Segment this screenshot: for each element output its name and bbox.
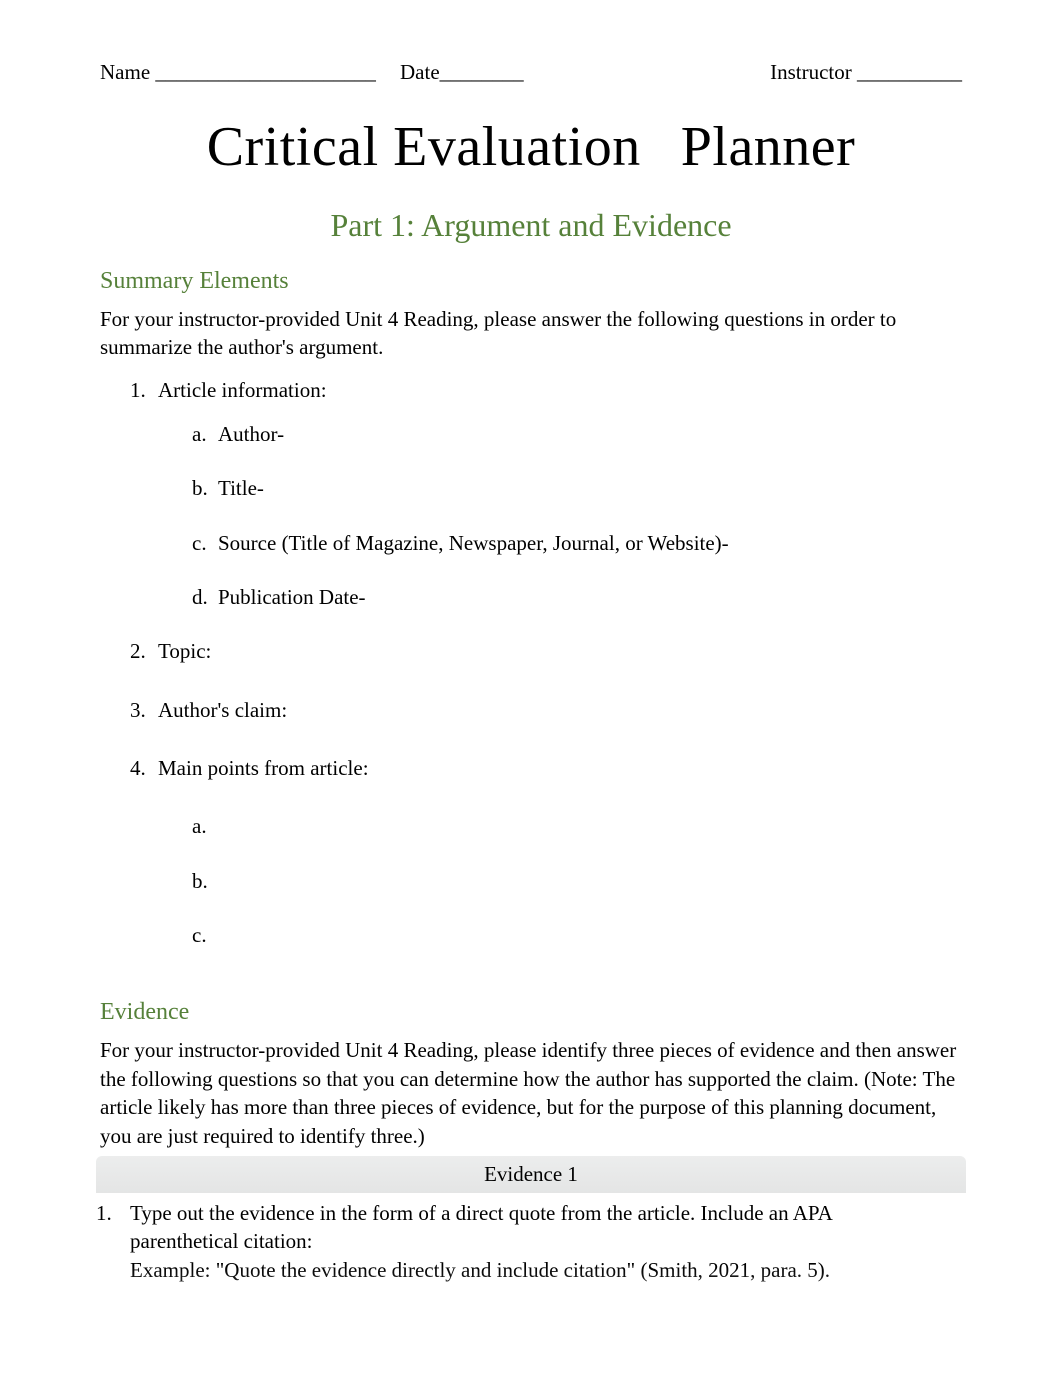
list-item: 3.Author's claim: bbox=[130, 696, 962, 724]
list-item: c.Source (Title of Magazine, Newspaper, … bbox=[192, 529, 962, 557]
list-item: a.Author- bbox=[192, 420, 962, 448]
sub-letter: c. bbox=[192, 921, 218, 949]
header-row: Name _____________________ Date________ … bbox=[100, 60, 962, 85]
instructor-field-group: Instructor __________ bbox=[770, 60, 962, 85]
instructor-label: Instructor bbox=[770, 60, 852, 84]
sub-letter: d. bbox=[192, 583, 218, 611]
evidence-q-number: 1. bbox=[96, 1199, 112, 1227]
summary-intro: For your instructor-provided Unit 4 Read… bbox=[100, 305, 962, 362]
item-label: Main points from article: bbox=[158, 756, 369, 780]
name-blank-line[interactable]: _____________________ bbox=[155, 60, 376, 84]
sub-letter: b. bbox=[192, 867, 218, 895]
summary-list: 1.Article information: a.Author- b.Title… bbox=[130, 376, 962, 950]
part-title: Part 1: Argument and Evidence bbox=[100, 207, 962, 244]
example-label: Example: bbox=[130, 1258, 210, 1282]
sub-text: Source (Title of Magazine, Newspaper, Jo… bbox=[218, 531, 729, 555]
name-field-group: Name _____________________ bbox=[100, 60, 380, 85]
evidence-q-text: Type out the evidence in the form of a d… bbox=[130, 1199, 932, 1284]
item-label: Topic: bbox=[158, 639, 211, 663]
date-label: Date bbox=[400, 60, 440, 84]
evidence-intro: For your instructor-provided Unit 4 Read… bbox=[100, 1036, 962, 1149]
item-number: 4. bbox=[130, 754, 158, 782]
item-number: 3. bbox=[130, 696, 158, 724]
title-word-2: Planner bbox=[681, 116, 856, 178]
evidence-section: Evidence For your instructor-provided Un… bbox=[100, 999, 962, 1293]
page: Name _____________________ Date________ … bbox=[100, 60, 962, 1377]
item-label: Article information: bbox=[158, 378, 327, 402]
list-item: 2.Topic: bbox=[130, 637, 962, 665]
name-label: Name bbox=[100, 60, 150, 84]
sub-list: a. b. c. bbox=[192, 812, 962, 949]
sub-text: Author- bbox=[218, 422, 284, 446]
item-number: 1. bbox=[130, 376, 158, 404]
list-item: b.Title- bbox=[192, 474, 962, 502]
sub-letter: a. bbox=[192, 812, 218, 840]
item-label: Author's claim: bbox=[158, 698, 287, 722]
list-item: b. bbox=[192, 867, 962, 895]
evidence-block-title: Evidence 1 bbox=[96, 1156, 966, 1193]
title-word-1: Critical Evaluation bbox=[207, 116, 641, 178]
sub-text: Title- bbox=[218, 476, 264, 500]
sub-text: Publication Date- bbox=[218, 585, 366, 609]
item-number: 2. bbox=[130, 637, 158, 665]
date-field-group: Date________ bbox=[400, 60, 600, 85]
list-item: c. bbox=[192, 921, 962, 949]
evidence-q-body: Type out the evidence in the form of a d… bbox=[130, 1201, 832, 1253]
page-title: Critical Evaluation Planner bbox=[100, 115, 962, 179]
evidence-heading: Evidence bbox=[100, 999, 962, 1026]
list-item: a. bbox=[192, 812, 962, 840]
sub-letter: a. bbox=[192, 420, 218, 448]
instructor-blank-line[interactable]: __________ bbox=[857, 60, 962, 84]
date-blank-line[interactable]: ________ bbox=[440, 60, 524, 84]
summary-heading: Summary Elements bbox=[100, 268, 962, 295]
list-item: d.Publication Date- bbox=[192, 583, 962, 611]
sub-list: a.Author- b.Title- c.Source (Title of Ma… bbox=[192, 420, 962, 611]
list-item: 1.Article information: a.Author- b.Title… bbox=[130, 376, 962, 612]
example-text: "Quote the evidence directly and include… bbox=[210, 1258, 830, 1282]
evidence-question: 1. Type out the evidence in the form of … bbox=[100, 1193, 962, 1294]
sub-letter: c. bbox=[192, 529, 218, 557]
list-item: 4.Main points from article: a. b. c. bbox=[130, 754, 962, 949]
sub-letter: b. bbox=[192, 474, 218, 502]
